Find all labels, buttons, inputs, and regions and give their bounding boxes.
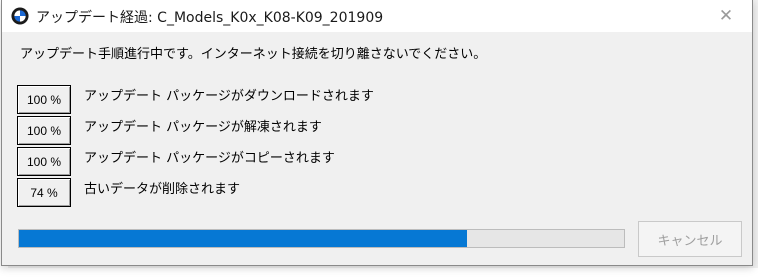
- step-row-extract: 100 % アップデート パッケージが解凍されます: [17, 116, 617, 146]
- step-row-delete: 74 % 古いデータが削除されます: [17, 178, 617, 208]
- step-row-download: 100 % アップデート パッケージがダウンロードされます: [17, 85, 617, 115]
- step-percent-box: 74 %: [17, 178, 71, 207]
- close-icon: ✕: [718, 6, 734, 26]
- step-label: 古いデータが削除されます: [84, 182, 241, 197]
- step-row-copy: 100 % アップデート パッケージがコピーされます: [17, 147, 617, 177]
- bmw-logo-icon: [11, 7, 29, 25]
- close-button[interactable]: ✕: [706, 0, 746, 32]
- step-label: アップデート パッケージがコピーされます: [84, 151, 335, 166]
- step-label: アップデート パッケージが解凍されます: [84, 120, 322, 135]
- step-label: アップデート パッケージがダウンロードされます: [84, 89, 374, 104]
- progress-fill: [19, 230, 467, 247]
- step-percent-box: 100 %: [17, 85, 71, 114]
- background-bottom: [0, 268, 758, 278]
- step-percent-box: 100 %: [17, 116, 71, 145]
- title-bar[interactable]: アップデート経過: C_Models_K0x_K08-K09_201909 ✕: [2, 0, 752, 32]
- cancel-button[interactable]: キャンセル: [638, 221, 742, 257]
- update-progress-dialog: アップデート経過: C_Models_K0x_K08-K09_201909 ✕ …: [1, 0, 753, 266]
- window-title: アップデート経過: C_Models_K0x_K08-K09_201909: [36, 10, 384, 26]
- step-percent-box: 100 %: [17, 147, 71, 176]
- notice-text: アップデート手順進行中です。インターネット接続を切り離さないでください。: [20, 47, 487, 62]
- overall-progress-bar: [18, 229, 625, 248]
